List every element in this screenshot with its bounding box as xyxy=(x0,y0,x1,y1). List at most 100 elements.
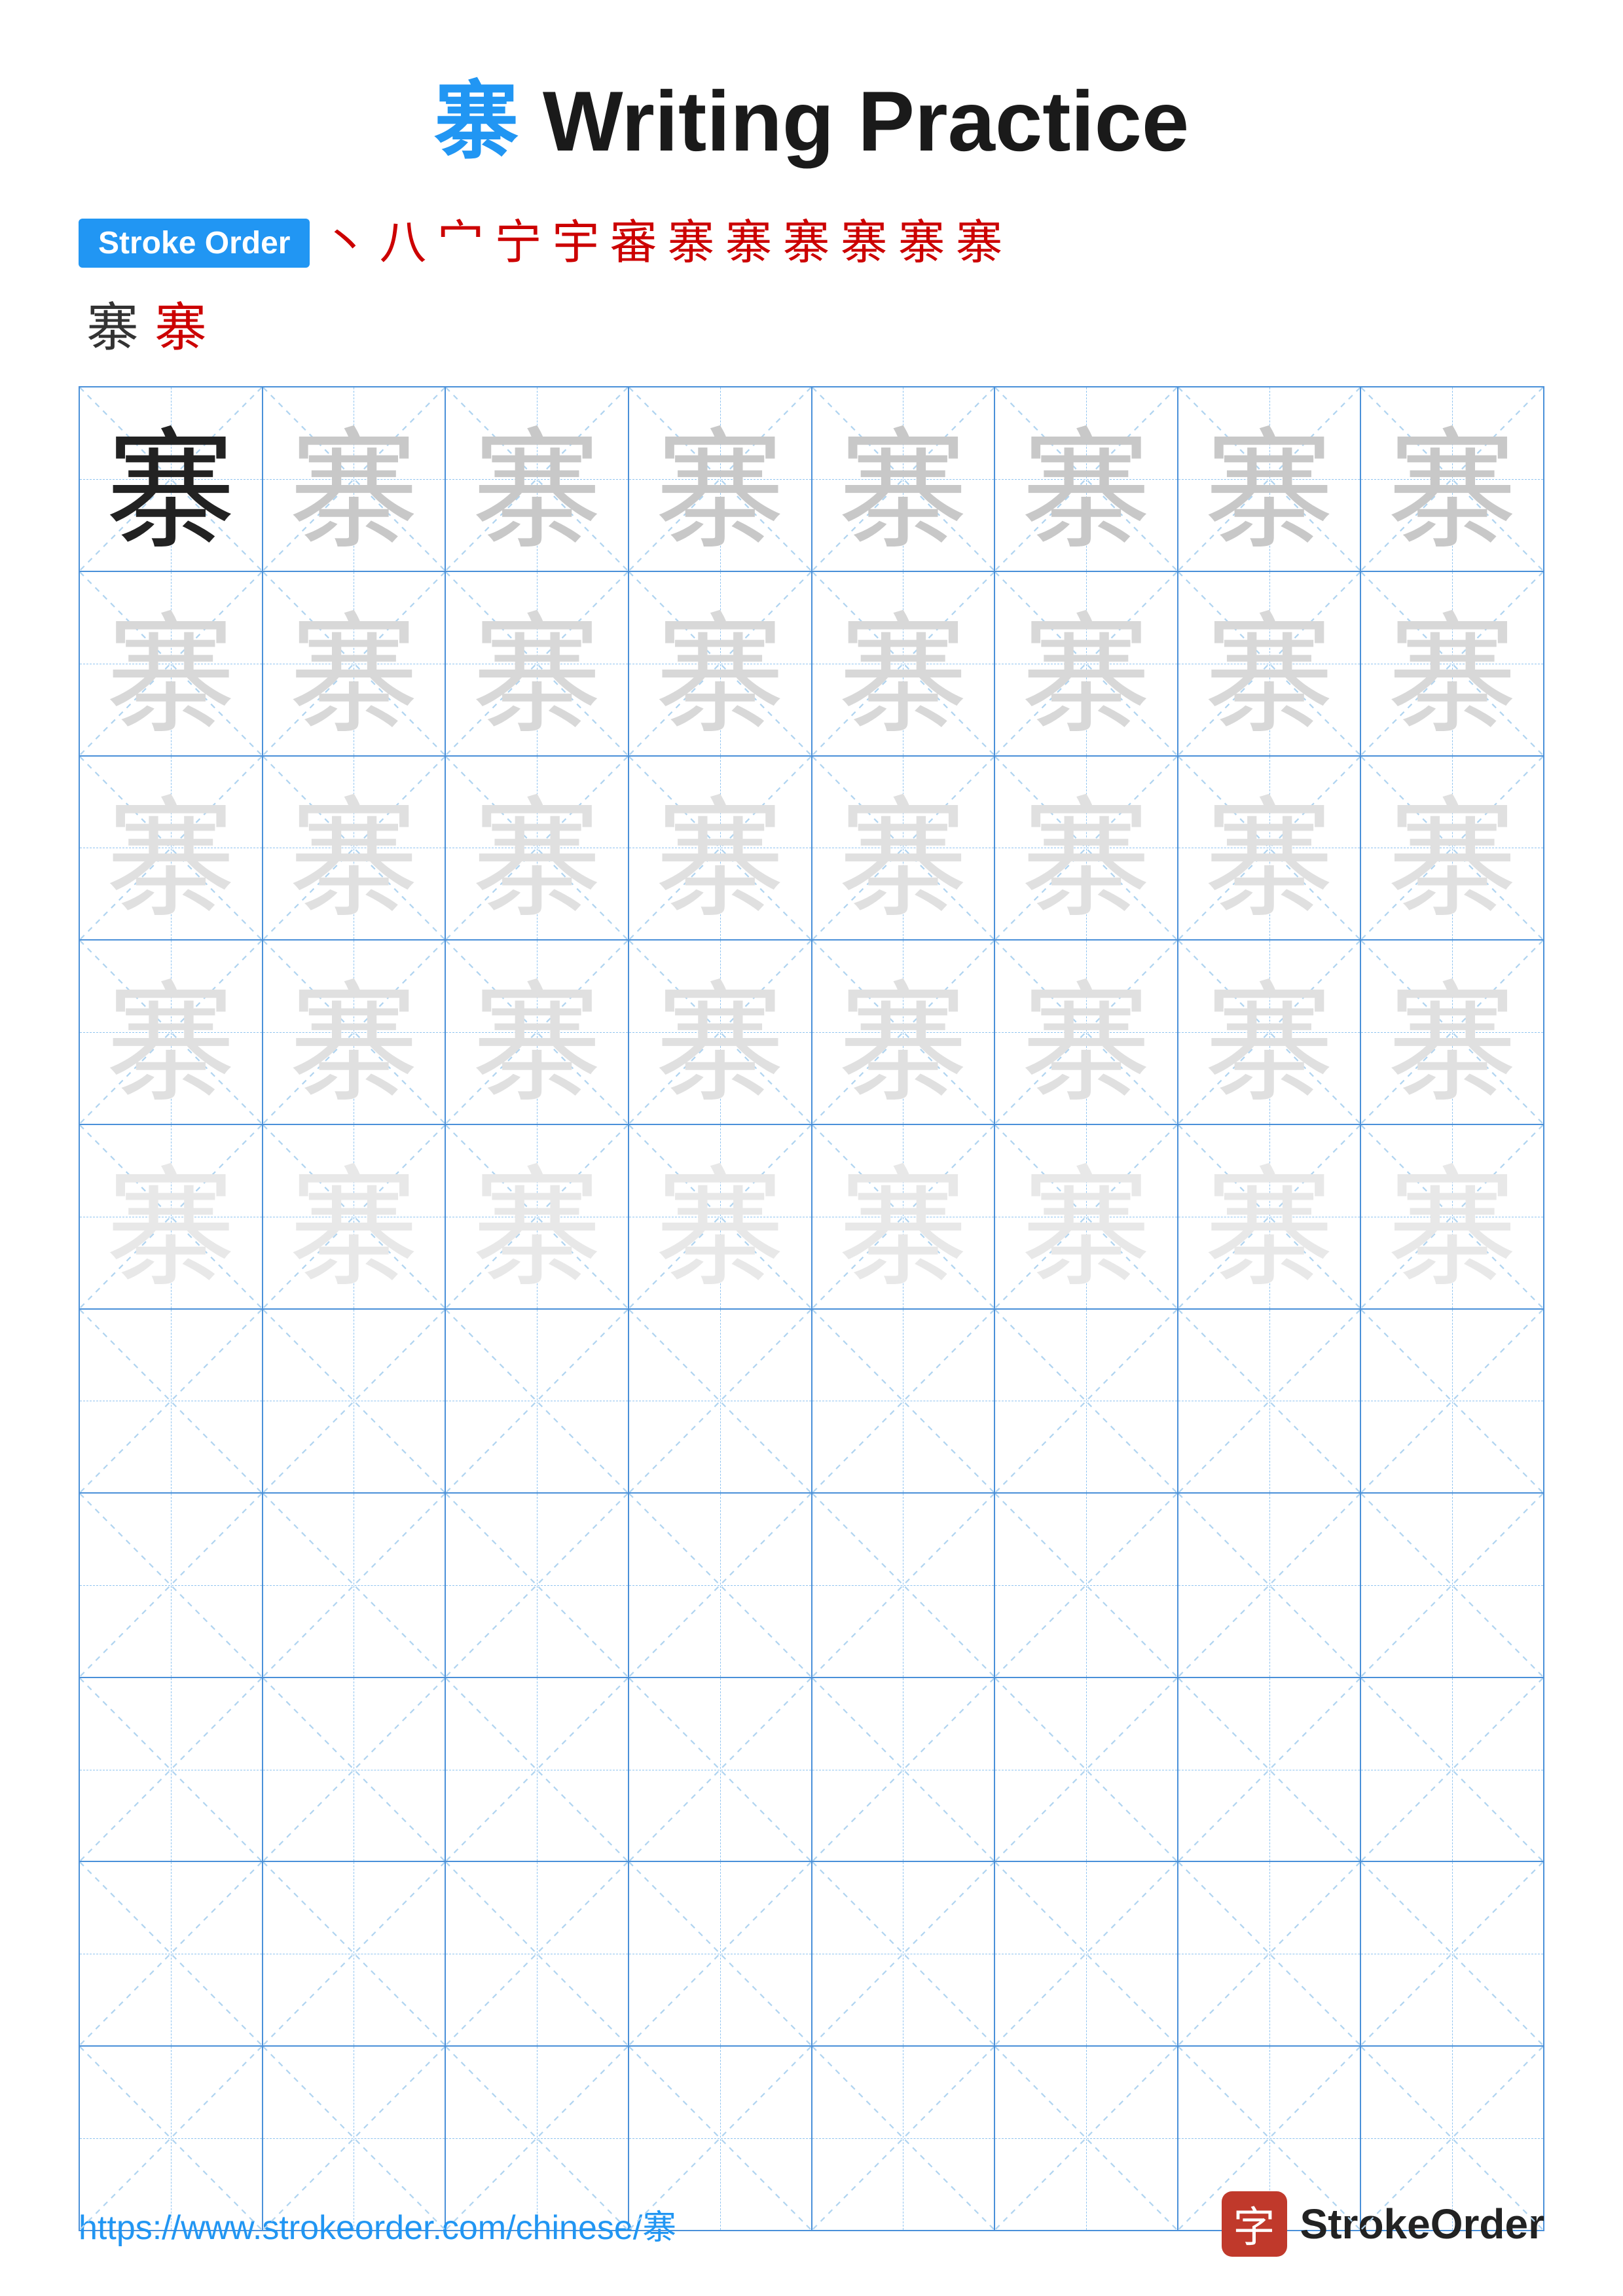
practice-char-light: 寨 xyxy=(655,387,786,571)
grid-cell-8-1[interactable] xyxy=(80,1678,263,1861)
stroke-6: 審 xyxy=(605,215,663,271)
footer-url[interactable]: https://www.strokeorder.com/chinese/寨 xyxy=(79,2200,676,2249)
grid-cell-7-4[interactable] xyxy=(629,1494,812,1677)
grid-cell-6-4[interactable] xyxy=(629,1310,812,1493)
grid-cell-3-1[interactable]: 寨 xyxy=(80,757,263,940)
grid-row-6 xyxy=(80,1310,1543,1494)
grid-row-1: 寨 寨 寨 寨 xyxy=(80,387,1543,572)
grid-row-4: 寨 寨 寨 寨 寨 寨 寨 xyxy=(80,941,1543,1125)
grid-cell-6-5[interactable] xyxy=(812,1310,996,1493)
practice-char-light: 寨 xyxy=(1204,387,1335,571)
grid-cell-6-7[interactable] xyxy=(1178,1310,1362,1493)
stroke-11: 寨 xyxy=(893,215,951,271)
grid-cell-1-2[interactable]: 寨 xyxy=(263,387,447,571)
grid-cell-3-6[interactable]: 寨 xyxy=(995,757,1178,940)
grid-cell-8-8[interactable] xyxy=(1361,1678,1543,1861)
grid-cell-2-8[interactable]: 寨 xyxy=(1361,572,1543,755)
grid-cell-4-4[interactable]: 寨 xyxy=(629,941,812,1124)
grid-cell-5-5[interactable]: 寨 xyxy=(812,1125,996,1308)
grid-cell-6-8[interactable] xyxy=(1361,1310,1543,1493)
grid-cell-1-6[interactable]: 寨 xyxy=(995,387,1178,571)
grid-cell-4-6[interactable]: 寨 xyxy=(995,941,1178,1124)
grid-cell-4-8[interactable]: 寨 xyxy=(1361,941,1543,1124)
grid-cell-2-5[interactable]: 寨 xyxy=(812,572,996,755)
title-char: 寨 xyxy=(434,75,519,170)
grid-cell-9-3[interactable] xyxy=(446,1862,629,2045)
grid-cell-7-1[interactable] xyxy=(80,1494,263,1677)
grid-cell-9-8[interactable] xyxy=(1361,1862,1543,2045)
grid-cell-2-6[interactable]: 寨 xyxy=(995,572,1178,755)
grid-cell-4-7[interactable]: 寨 xyxy=(1178,941,1362,1124)
stroke-10: 寨 xyxy=(835,215,893,271)
stroke-7: 寨 xyxy=(663,215,720,271)
grid-cell-3-3[interactable]: 寨 xyxy=(446,757,629,940)
grid-cell-9-2[interactable] xyxy=(263,1862,447,2045)
grid-cell-8-5[interactable] xyxy=(812,1678,996,1861)
grid-cell-4-3[interactable]: 寨 xyxy=(446,941,629,1124)
stroke-8: 寨 xyxy=(720,215,778,271)
grid-cell-2-7[interactable]: 寨 xyxy=(1178,572,1362,755)
grid-cell-2-1[interactable]: 寨 xyxy=(80,572,263,755)
grid-cell-9-4[interactable] xyxy=(629,1862,812,2045)
grid-cell-3-5[interactable]: 寨 xyxy=(812,757,996,940)
stroke-3: 宀 xyxy=(431,215,489,271)
grid-cell-5-4[interactable]: 寨 xyxy=(629,1125,812,1308)
grid-cell-7-7[interactable] xyxy=(1178,1494,1362,1677)
stroke-1: 丶 xyxy=(316,215,374,271)
grid-cell-2-3[interactable]: 寨 xyxy=(446,572,629,755)
stroke-9: 寨 xyxy=(778,215,835,271)
grid-cell-5-1[interactable]: 寨 xyxy=(80,1125,263,1308)
grid-cell-1-1[interactable]: 寨 xyxy=(80,387,263,571)
practice-char-light: 寨 xyxy=(1021,387,1152,571)
grid-cell-9-7[interactable] xyxy=(1178,1862,1362,2045)
grid-cell-3-4[interactable]: 寨 xyxy=(629,757,812,940)
grid-cell-7-8[interactable] xyxy=(1361,1494,1543,1677)
grid-cell-4-1[interactable]: 寨 xyxy=(80,941,263,1124)
practice-char-light: 寨 xyxy=(288,387,419,571)
grid-cell-1-4[interactable]: 寨 xyxy=(629,387,812,571)
grid-cell-4-5[interactable]: 寨 xyxy=(812,941,996,1124)
page-title: 寨 Writing Practice xyxy=(79,52,1544,175)
grid-cell-2-2[interactable]: 寨 xyxy=(263,572,447,755)
stroke-sequence: 丶 八 宀 宁 宇 審 寨 寨 寨 寨 寨 寨 xyxy=(316,215,1008,271)
grid-cell-3-2[interactable]: 寨 xyxy=(263,757,447,940)
grid-cell-5-8[interactable]: 寨 xyxy=(1361,1125,1543,1308)
grid-cell-6-3[interactable] xyxy=(446,1310,629,1493)
grid-row-2: 寨 寨 寨 寨 寨 寨 寨 xyxy=(80,572,1543,757)
grid-cell-7-5[interactable] xyxy=(812,1494,996,1677)
grid-cell-9-5[interactable] xyxy=(812,1862,996,2045)
grid-cell-5-2[interactable]: 寨 xyxy=(263,1125,447,1308)
grid-cell-8-6[interactable] xyxy=(995,1678,1178,1861)
grid-cell-1-5[interactable]: 寨 xyxy=(812,387,996,571)
grid-cell-6-6[interactable] xyxy=(995,1310,1178,1493)
practice-char-light: 寨 xyxy=(1387,387,1518,571)
stroke-4: 宁 xyxy=(489,215,547,271)
grid-cell-1-7[interactable]: 寨 xyxy=(1178,387,1362,571)
grid-cell-8-3[interactable] xyxy=(446,1678,629,1861)
stroke-order-badge: Stroke Order xyxy=(79,219,310,268)
grid-cell-9-6[interactable] xyxy=(995,1862,1178,2045)
grid-cell-1-3[interactable]: 寨 xyxy=(446,387,629,571)
grid-cell-9-1[interactable] xyxy=(80,1862,263,2045)
practice-char-light: 寨 xyxy=(471,387,602,571)
grid-cell-5-7[interactable]: 寨 xyxy=(1178,1125,1362,1308)
grid-cell-8-2[interactable] xyxy=(263,1678,447,1861)
footer-logo-char: 字 xyxy=(1233,2194,1275,2254)
grid-cell-7-2[interactable] xyxy=(263,1494,447,1677)
grid-cell-3-7[interactable]: 寨 xyxy=(1178,757,1362,940)
grid-row-7 xyxy=(80,1494,1543,1678)
grid-cell-8-4[interactable] xyxy=(629,1678,812,1861)
grid-row-8 xyxy=(80,1678,1543,1863)
stroke-2: 八 xyxy=(374,215,431,271)
grid-cell-2-4[interactable]: 寨 xyxy=(629,572,812,755)
grid-cell-5-6[interactable]: 寨 xyxy=(995,1125,1178,1308)
grid-cell-6-1[interactable] xyxy=(80,1310,263,1493)
grid-cell-1-8[interactable]: 寨 xyxy=(1361,387,1543,571)
grid-cell-3-8[interactable]: 寨 xyxy=(1361,757,1543,940)
grid-cell-7-3[interactable] xyxy=(446,1494,629,1677)
grid-cell-4-2[interactable]: 寨 xyxy=(263,941,447,1124)
grid-cell-7-6[interactable] xyxy=(995,1494,1178,1677)
grid-cell-5-3[interactable]: 寨 xyxy=(446,1125,629,1308)
grid-cell-6-2[interactable] xyxy=(263,1310,447,1493)
grid-cell-8-7[interactable] xyxy=(1178,1678,1362,1861)
